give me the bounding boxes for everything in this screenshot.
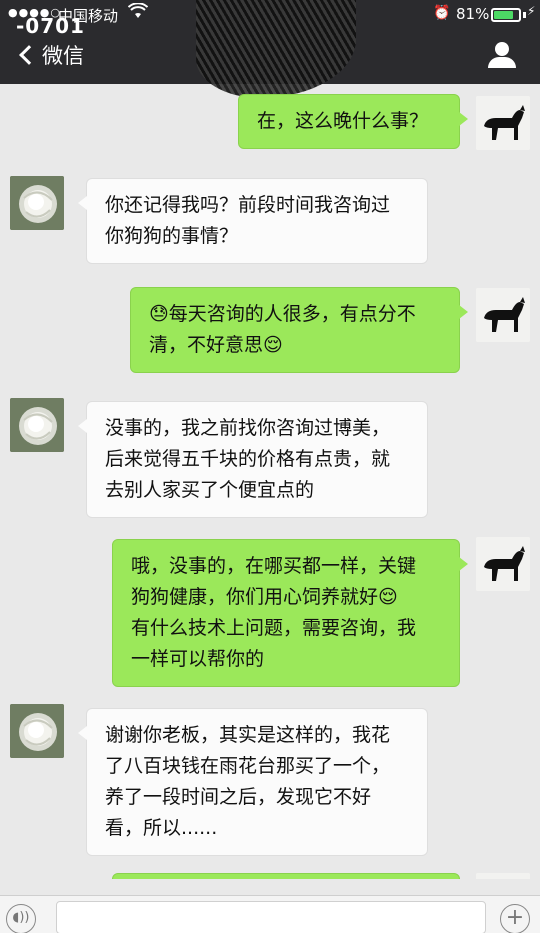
message-text: 看，所以...... (105, 817, 218, 839)
message-text: 了八百块钱在雨花台那买了一个， (105, 755, 391, 777)
contact-avatar[interactable] (10, 704, 64, 758)
chat-profile-button[interactable] (486, 40, 518, 70)
message-text: 在，这么晚什么事？ (257, 110, 429, 132)
battery-tip (523, 12, 526, 18)
message-text: 没事的，我之前找你咨询过博美， (105, 417, 391, 439)
message-text: 有什么技术上问题，需要咨询，我 (131, 617, 417, 639)
message-list[interactable]: 在，这么晚什么事？ 你还记得我吗？前段时间我咨询过 你狗狗的事情？ 😓每天咨询的人很多… (0, 84, 540, 879)
message-text: 哦，没事的，在哪买都一样，关键 (131, 555, 417, 577)
back-label: 微信 (42, 44, 84, 68)
message-text: 一样可以帮你的 (131, 648, 265, 670)
my-message-bubble[interactable] (112, 873, 460, 879)
message-text: 你还记得我吗？前段时间我咨询过 (105, 194, 391, 216)
my-avatar[interactable] (476, 288, 530, 342)
alarm-icon: ⏰ (433, 5, 451, 21)
my-message-bubble[interactable]: 😓每天咨询的人很多，有点分不 清，不好意思😌 (130, 287, 468, 373)
message-text: 😓每天咨询的人很多，有点分不 (149, 303, 416, 325)
message-text: 清，不好意思😌 (149, 334, 283, 356)
my-avatar[interactable] (476, 873, 530, 879)
message-text: 谢谢你老板，其实是这样的，我花 (105, 724, 391, 746)
person-icon-head (495, 42, 509, 56)
charging-icon: ⚡ (527, 4, 536, 18)
message-text: 去别人家买了个便宜点的 (105, 479, 315, 501)
input-bar: ◖)) + (0, 895, 540, 933)
contact-avatar[interactable] (10, 398, 64, 452)
person-icon (488, 57, 516, 68)
battery-fill (494, 11, 513, 19)
my-avatar[interactable] (476, 537, 530, 591)
chevron-left-icon (19, 45, 39, 65)
message-text: 你狗狗的事情？ (105, 225, 239, 247)
battery-icon (491, 8, 521, 22)
my-message-bubble[interactable]: 在，这么晚什么事？ (238, 94, 468, 149)
voice-icon[interactable]: ◖)) (6, 904, 36, 933)
wifi-icon (127, 2, 149, 23)
battery-percent: 81% (456, 5, 490, 23)
contact-message-bubble[interactable]: 谢谢你老板，其实是这样的，我花 了八百块钱在雨花台那买了一个， 养了一段时间之后，发… (78, 708, 428, 856)
my-message-bubble[interactable]: 哦，没事的，在哪买都一样，关键 狗狗健康，你们用心饲养就好😌 有什么技术上问题，需要… (112, 539, 468, 687)
my-avatar[interactable] (476, 96, 530, 150)
message-text: 狗狗健康，你们用心饲养就好😌 (131, 586, 398, 608)
message-text: 养了一段时间之后，发现它不好 (105, 786, 372, 808)
back-button[interactable]: 微信 (18, 38, 84, 72)
contact-avatar[interactable] (10, 176, 64, 230)
contact-message-bubble[interactable]: 你还记得我吗？前段时间我咨询过 你狗狗的事情？ (78, 178, 428, 264)
time-overlay: -0701 (16, 14, 85, 38)
message-input[interactable] (56, 901, 486, 933)
message-text: 后来觉得五千块的价格有点贵，就 (105, 448, 391, 470)
plus-icon[interactable]: + (500, 904, 530, 933)
contact-message-bubble[interactable]: 没事的，我之前找你咨询过博美， 后来觉得五千块的价格有点贵，就 去别人家买了个便宜点… (78, 401, 428, 518)
